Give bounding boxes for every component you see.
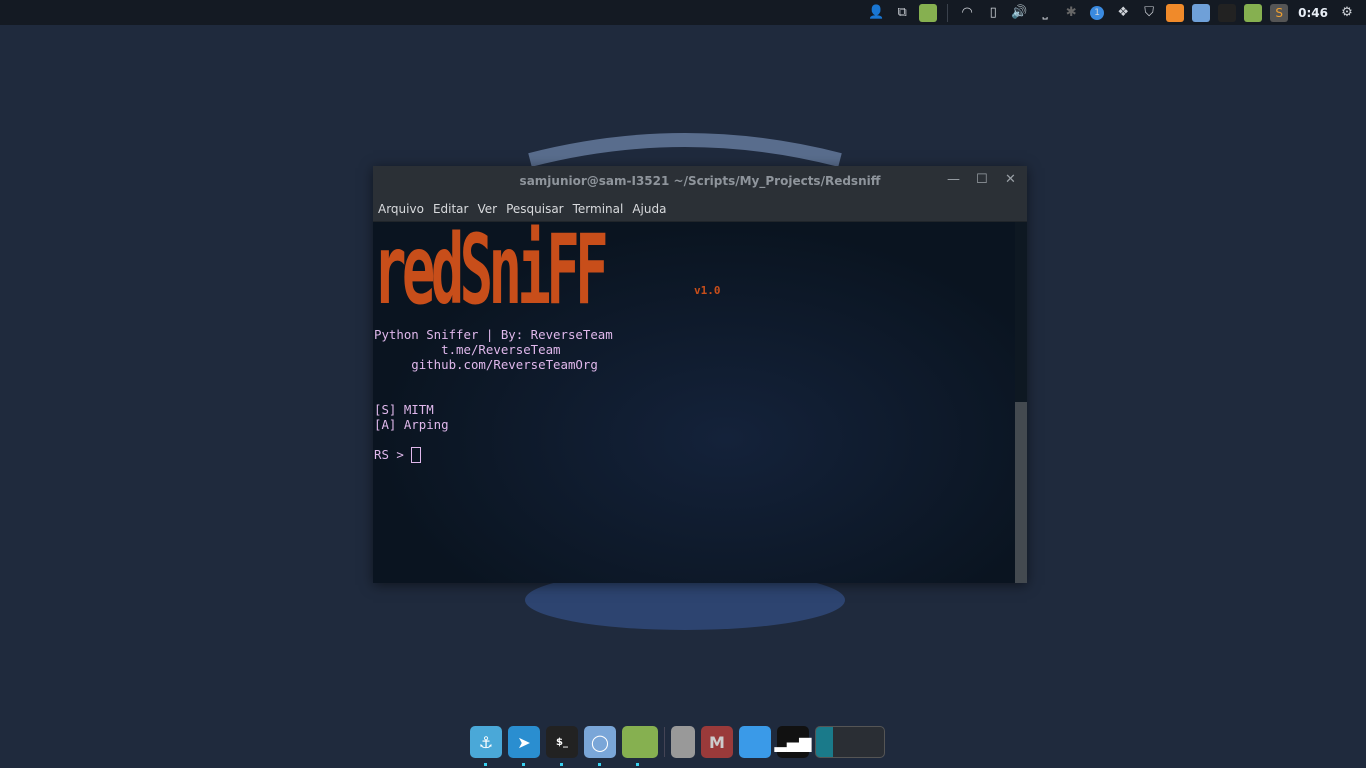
- trash-icon[interactable]: [671, 726, 695, 758]
- menu-arquivo[interactable]: Arquivo: [378, 202, 424, 216]
- firefox-icon[interactable]: [1162, 0, 1188, 25]
- menu-ver[interactable]: Ver: [477, 202, 497, 216]
- windows-icon[interactable]: ⧉: [889, 0, 915, 25]
- minimize-button[interactable]: —: [947, 172, 960, 187]
- close-button[interactable]: ✕: [1005, 172, 1016, 187]
- chromium-icon[interactable]: [1188, 0, 1214, 25]
- terminal-line: [S] MITM: [374, 402, 434, 417]
- volume-icon[interactable]: 🔊: [1006, 0, 1032, 25]
- maximize-button[interactable]: ☐: [976, 172, 988, 187]
- chromium-icon[interactable]: ◯: [584, 726, 616, 766]
- sublime-icon[interactable]: S: [1266, 0, 1292, 25]
- keyboard-layout-icon[interactable]: ⎵: [1032, 0, 1058, 25]
- terminal-line: Python Sniffer | By: ReverseTeam: [374, 327, 613, 342]
- terminal-line: github.com/ReverseTeamOrg: [374, 357, 598, 372]
- settings-gear-icon[interactable]: ⚙: [1334, 0, 1360, 25]
- menu-editar[interactable]: Editar: [433, 202, 469, 216]
- title-bar[interactable]: samjunior@sam-I3521 ~/Scripts/My_Project…: [373, 166, 1027, 196]
- prompt-line[interactable]: RS >: [374, 447, 422, 463]
- terminal-icon[interactable]: $_: [546, 726, 578, 766]
- menu-bar: Arquivo Editar Ver Pesquisar Terminal Aj…: [373, 196, 1027, 222]
- anchor-icon[interactable]: ⚓: [470, 726, 502, 766]
- window-title: samjunior@sam-I3521 ~/Scripts/My_Project…: [519, 174, 881, 188]
- scrollbar-thumb[interactable]: [1015, 402, 1027, 583]
- files-icon[interactable]: [622, 726, 658, 766]
- redsniff-logo: redSniFF: [373, 222, 609, 326]
- menu-pesquisar[interactable]: Pesquisar: [506, 202, 564, 216]
- telegram-icon[interactable]: ➤: [508, 726, 540, 766]
- divider: [947, 3, 949, 22]
- dock-divider: [664, 727, 665, 757]
- menu-ajuda[interactable]: Ajuda: [632, 202, 666, 216]
- terminal-icon[interactable]: [1214, 0, 1240, 25]
- menu-terminal[interactable]: Terminal: [573, 202, 624, 216]
- workspace-switcher-icon[interactable]: [815, 726, 885, 758]
- shield-icon[interactable]: ⛉: [1136, 0, 1162, 25]
- signal-stats-icon[interactable]: ▂▄▆: [775, 726, 811, 758]
- terminal-window: samjunior@sam-I3521 ~/Scripts/My_Project…: [373, 166, 1027, 583]
- cursor: [411, 447, 422, 463]
- clock[interactable]: 0:46: [1298, 6, 1328, 20]
- files-icon[interactable]: [1240, 0, 1266, 25]
- scrollbar[interactable]: [1015, 222, 1027, 583]
- top-panel: 👤 ⧉ ◠ ▯ 🔊 ⎵ ✱ 1 ❖ ⛉ S 0:46 ⚙: [0, 0, 1366, 25]
- folder-app-icon[interactable]: [915, 0, 941, 25]
- terminal-line: [A] Arping: [374, 417, 449, 432]
- terminal-output[interactable]: redSniFF v1.0 Python Sniffer | By: Rever…: [373, 222, 1015, 583]
- dropbox-icon[interactable]: ❖: [1110, 0, 1136, 25]
- battery-icon[interactable]: ▯: [980, 0, 1006, 25]
- mailspring-icon[interactable]: M: [701, 726, 733, 758]
- prompt: RS >: [374, 447, 412, 462]
- wifi-icon[interactable]: ◠: [954, 0, 980, 25]
- desktop-icon[interactable]: [739, 726, 771, 758]
- terminal-line: t.me/ReverseTeam: [374, 342, 561, 357]
- notification-badge-icon[interactable]: 1: [1084, 0, 1110, 25]
- user-icon[interactable]: 👤: [863, 0, 889, 25]
- version-label: v1.0: [694, 284, 721, 297]
- bluetooth-icon[interactable]: ✱: [1058, 0, 1084, 25]
- dock: ⚓ ➤ $_ ◯ M ▂▄▆: [470, 724, 885, 766]
